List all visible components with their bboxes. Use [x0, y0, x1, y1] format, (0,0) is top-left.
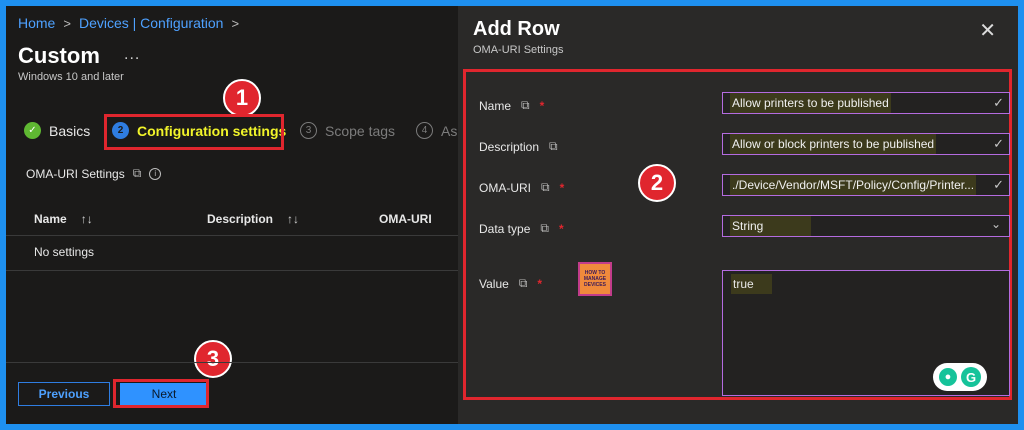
- column-header-name[interactable]: Name ↑↓: [34, 212, 93, 226]
- column-label: Description: [207, 212, 274, 226]
- data-type-label: Data type ⧉ *: [479, 221, 564, 236]
- description-label: Description ⧉: [479, 139, 558, 154]
- logo-text: HOW TO MANAGE DEVICES: [583, 270, 607, 288]
- copy-icon[interactable]: ⧉: [133, 166, 142, 181]
- add-row-panel: Add Row OMA-URI Settings ✕ Name ⧉ * Allo…: [458, 6, 1018, 424]
- required-mark: *: [537, 276, 543, 291]
- page-title: Custom: [18, 43, 100, 68]
- chevron-down-icon: ⌄: [990, 217, 1001, 231]
- oma-uri-input[interactable]: ./Device/Vendor/MSFT/Policy/Config/Print…: [722, 174, 1010, 196]
- highlight-box-next: [113, 379, 209, 408]
- field-label-text: Name: [479, 98, 512, 113]
- column-header-description[interactable]: Description ↑↓: [207, 212, 299, 226]
- grammarly-widget[interactable]: ● G: [933, 363, 987, 391]
- value-text: true: [731, 274, 772, 294]
- sort-icon[interactable]: ↑↓: [287, 212, 299, 226]
- copy-icon[interactable]: ⧉: [540, 221, 549, 236]
- oma-uri-label: OMA-URI ⧉ *: [479, 180, 564, 195]
- panel-title: Add Row: [473, 18, 560, 40]
- name-input[interactable]: Allow printers to be published ✓: [722, 92, 1010, 114]
- how-to-manage-devices-logo: HOW TO MANAGE DEVICES: [578, 262, 612, 296]
- callout-badge-1: 1: [223, 79, 261, 117]
- info-icon[interactable]: i: [149, 167, 162, 180]
- panel-subtitle: OMA-URI Settings: [473, 44, 564, 56]
- column-header-oma-uri[interactable]: OMA-URI: [379, 212, 432, 226]
- oma-uri-settings-heading: OMA-URI Settings ⧉ i: [26, 166, 162, 181]
- field-label-text: Data type: [479, 221, 531, 236]
- oma-uri-settings-label: OMA-URI Settings: [26, 166, 125, 181]
- step-assignments[interactable]: 4 As: [416, 122, 457, 139]
- check-icon: ✓: [993, 95, 1004, 110]
- step-number-icon: 3: [300, 122, 317, 139]
- data-type-value: String: [730, 216, 812, 236]
- breadcrumb-separator: >: [231, 15, 240, 31]
- step-number-icon: 4: [416, 122, 433, 139]
- previous-button[interactable]: Previous: [18, 382, 110, 406]
- copy-icon[interactable]: ⧉: [521, 98, 530, 113]
- settings-table-header: Name ↑↓ Description ↑↓ OMA-URI: [6, 204, 458, 236]
- lightbulb-icon[interactable]: ●: [939, 368, 957, 386]
- step-label: As: [441, 122, 458, 139]
- callout-badge-2: 2: [638, 164, 676, 202]
- field-label-text: OMA-URI: [479, 180, 531, 195]
- step-basics[interactable]: ✓ Basics: [24, 122, 90, 139]
- copy-icon[interactable]: ⧉: [519, 276, 528, 291]
- table-row-empty: No settings: [6, 237, 458, 271]
- step-label: Basics: [49, 122, 91, 139]
- column-label: OMA-URI: [379, 212, 432, 226]
- breadcrumb-devices-configuration[interactable]: Devices | Configuration: [79, 15, 223, 31]
- name-value: Allow printers to be published: [730, 93, 891, 113]
- field-label-text: Description: [479, 139, 540, 154]
- data-type-select[interactable]: String ⌄: [722, 215, 1010, 237]
- description-value: Allow or block printers to be published: [730, 134, 937, 154]
- check-icon: ✓: [993, 177, 1004, 192]
- step-scope-tags[interactable]: 3 Scope tags: [300, 122, 395, 139]
- name-label: Name ⧉ *: [479, 98, 544, 113]
- grammarly-g-icon[interactable]: G: [961, 367, 981, 387]
- custom-profile-pane: Home > Devices | Configuration > Custom …: [6, 6, 458, 424]
- more-options-icon[interactable]: ...: [124, 46, 140, 64]
- breadcrumb-separator: >: [63, 15, 71, 31]
- no-settings-text: No settings: [34, 245, 95, 259]
- oma-uri-value: ./Device/Vendor/MSFT/Policy/Config/Print…: [730, 175, 977, 195]
- field-label-text: Value: [479, 276, 509, 291]
- required-mark: *: [558, 221, 564, 236]
- copy-icon[interactable]: ⧉: [549, 139, 558, 154]
- copy-icon[interactable]: ⧉: [541, 180, 550, 195]
- footer-divider: [6, 362, 458, 363]
- sort-icon[interactable]: ↑↓: [81, 212, 93, 226]
- check-circle-icon: ✓: [24, 122, 41, 139]
- check-icon: ✓: [993, 136, 1004, 151]
- required-mark: *: [539, 98, 545, 113]
- description-input[interactable]: Allow or block printers to be published …: [722, 133, 1010, 155]
- step-label: Scope tags: [325, 122, 396, 139]
- callout-badge-3: 3: [194, 340, 232, 378]
- highlight-box-configuration-settings: [104, 114, 284, 150]
- app-frame: Home > Devices | Configuration > Custom …: [6, 6, 1018, 424]
- page-subtitle: Windows 10 and later: [18, 71, 124, 83]
- required-mark: *: [559, 180, 565, 195]
- close-icon[interactable]: ✕: [979, 18, 996, 42]
- breadcrumb: Home > Devices | Configuration >: [18, 15, 239, 31]
- value-label: Value ⧉ *: [479, 276, 542, 291]
- column-label: Name: [34, 212, 67, 226]
- breadcrumb-home[interactable]: Home: [18, 15, 55, 31]
